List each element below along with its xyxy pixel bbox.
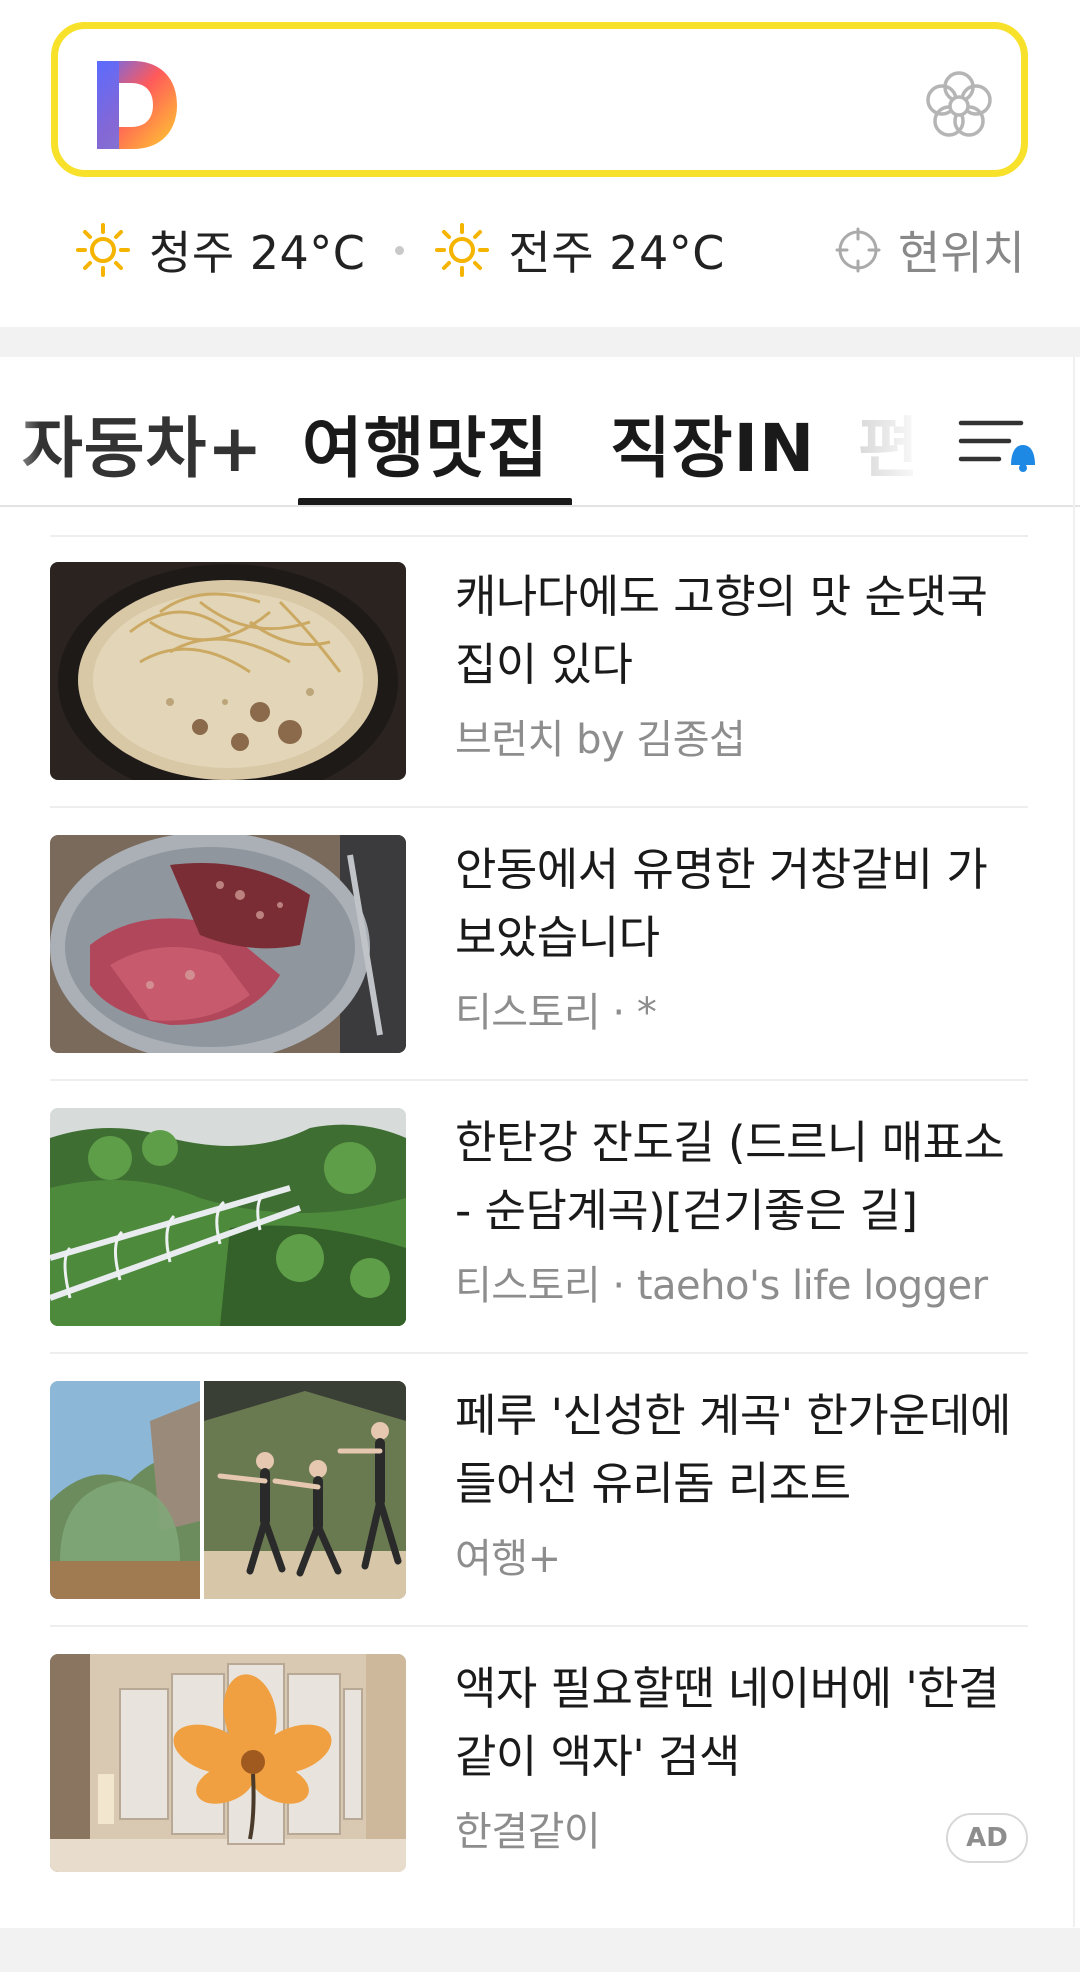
weather-label: 청주 24°C <box>149 226 366 280</box>
article-title[interactable]: 한탄강 잔도길 (드르니 매표소 - 순담계곡)[걷기좋은 길] <box>455 1109 1015 1245</box>
weather-row: 청주 24°C 전주 24°C 현위치 <box>75 215 1025 285</box>
article-thumbnail[interactable] <box>50 835 406 1053</box>
tab-work[interactable]: 직장IN <box>610 395 815 491</box>
category-tabs: 자동차+ 여행맛집 직장IN 편 <box>0 357 1080 507</box>
list-item[interactable]: 안동에서 유명한 거창갈비 가보았습니다 티스토리 · * <box>50 808 1028 1081</box>
flower-icon[interactable] <box>923 69 995 141</box>
glass-dome-yoga-image <box>50 1381 406 1599</box>
daum-d-logo[interactable] <box>91 57 181 153</box>
list-item[interactable]: 캐나다에도 고향의 맛 순댓국집이 있다 브런치 by 김종섭 <box>50 535 1028 808</box>
separator-dot <box>395 245 405 255</box>
tab-fade-right <box>840 357 950 505</box>
article-source: 브런치 by 김종섭 <box>455 717 746 763</box>
article-source: 한결같이 <box>455 1809 601 1855</box>
weather-item-1[interactable]: 청주 24°C <box>75 217 365 283</box>
list-item[interactable]: 액자 필요할땐 네이버에 '한결같이 액자' 검색 한결같이 AD <box>50 1627 1028 1900</box>
article-thumbnail[interactable] <box>50 1654 406 1872</box>
article-source: 티스토리 · * <box>455 990 657 1036</box>
crosshair-icon <box>835 227 881 273</box>
right-edge-line <box>1073 357 1075 1927</box>
sun-icon <box>435 223 490 277</box>
flower-frame-image <box>50 1654 406 1872</box>
soup-bowl-image <box>50 562 406 780</box>
tab-car[interactable]: 자동차+ <box>22 395 263 491</box>
search-bar[interactable] <box>51 22 1028 177</box>
article-title[interactable]: 안동에서 유명한 거창갈비 가보았습니다 <box>455 836 1015 972</box>
tab-travel-food[interactable]: 여행맛집 <box>302 395 549 491</box>
list-item[interactable]: 페루 '신성한 계곡' 한가운데에 들어선 유리돔 리조트 여행+ <box>50 1354 1028 1627</box>
current-location-button[interactable]: 현위치 <box>834 217 1025 283</box>
bottom-divider <box>0 1928 1080 1972</box>
article-title[interactable]: 페루 '신성한 계곡' 한가운데에 들어선 유리돔 리조트 <box>455 1382 1015 1518</box>
article-thumbnail[interactable] <box>50 562 406 780</box>
section-divider <box>0 327 1080 357</box>
list-item[interactable]: 한탄강 잔도길 (드르니 매표소 - 순담계곡)[걷기좋은 길] 티스토리 · … <box>50 1081 1028 1354</box>
article-list: 캐나다에도 고향의 맛 순댓국집이 있다 브런치 by 김종섭 안동에서 유명한… <box>50 535 1028 1900</box>
article-thumbnail[interactable] <box>50 1108 406 1326</box>
page: 청주 24°C 전주 24°C 현위치 자동차+ 여행맛집 직장IN 캐나다에도… <box>0 0 1080 1972</box>
current-location-label: 현위치 <box>898 226 1025 280</box>
article-thumbnail[interactable] <box>50 1381 406 1599</box>
weather-item-2[interactable]: 전주 24°C <box>434 217 724 283</box>
menu-bell-icon[interactable] <box>955 407 1039 475</box>
article-source: 여행+ <box>455 1536 561 1582</box>
ad-badge[interactable]: AD <box>946 1813 1028 1863</box>
cliff-walkway-image <box>50 1108 406 1326</box>
weather-label: 전주 24°C <box>508 226 725 280</box>
tab-fade-left <box>0 357 40 505</box>
active-tab-indicator <box>298 498 572 505</box>
article-source: 티스토리 · taeho's life logger <box>455 1263 988 1309</box>
sun-icon <box>76 223 130 277</box>
raw-beef-image <box>50 835 406 1053</box>
article-title[interactable]: 캐나다에도 고향의 맛 순댓국집이 있다 <box>455 563 1015 699</box>
article-title[interactable]: 액자 필요할땐 네이버에 '한결같이 액자' 검색 <box>455 1655 1015 1791</box>
